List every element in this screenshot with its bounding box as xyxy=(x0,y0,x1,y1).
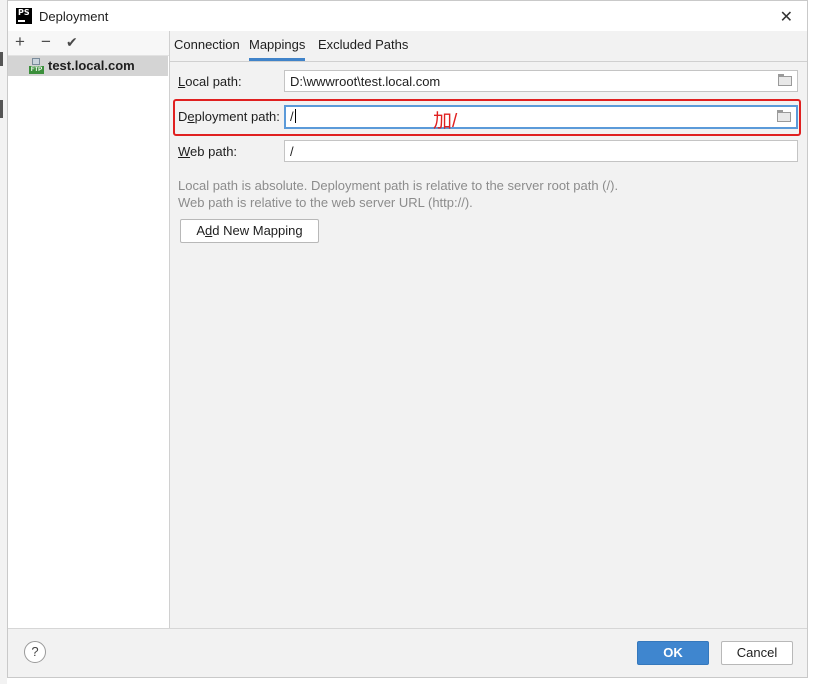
phpstorm-app-icon: PS xyxy=(16,8,32,24)
add-new-mapping-button[interactable]: Add New Mapping xyxy=(180,219,319,243)
deployment-dialog: PS Deployment ✕ + − ✔ FTP test.local.com… xyxy=(7,0,808,678)
server-toolbar: + − ✔ xyxy=(8,31,169,56)
path-hint-line-2: Web path is relative to the web server U… xyxy=(178,195,473,210)
edge-mark xyxy=(0,52,3,66)
annotation-highlight-box xyxy=(173,99,801,136)
tab-excluded-paths[interactable]: Excluded Paths xyxy=(318,37,408,58)
background-window-edge xyxy=(0,0,7,684)
local-path-input[interactable]: D:\wwwroot\test.local.com xyxy=(284,70,798,92)
close-icon[interactable]: ✕ xyxy=(780,7,793,27)
ftp-server-icon: FTP xyxy=(29,58,45,74)
annotation-text: 加/ xyxy=(433,111,458,132)
web-path-value: / xyxy=(290,144,294,159)
edge-mark xyxy=(0,100,3,118)
settings-tabs: Connection Mappings Excluded Paths xyxy=(170,31,807,62)
local-path-label: Local path: xyxy=(178,74,242,89)
remove-server-button[interactable]: − xyxy=(41,32,51,52)
tab-connection[interactable]: Connection xyxy=(174,37,240,58)
ok-button[interactable]: OK xyxy=(637,641,709,665)
dialog-footer: ? OK Cancel xyxy=(8,628,807,677)
cancel-button[interactable]: Cancel xyxy=(721,641,793,665)
server-item-test-local-com[interactable]: FTP test.local.com xyxy=(8,56,168,76)
server-list-panel: + − ✔ FTP test.local.com xyxy=(8,31,170,629)
web-path-label: Web path: xyxy=(178,144,238,159)
tab-mappings[interactable]: Mappings xyxy=(249,37,306,61)
help-icon[interactable]: ? xyxy=(24,641,46,663)
apply-check-button[interactable]: ✔ xyxy=(66,32,78,52)
browse-folder-icon[interactable] xyxy=(778,74,792,86)
web-path-input[interactable]: / xyxy=(284,140,798,162)
title-bar: PS Deployment ✕ xyxy=(8,1,807,31)
dialog-title: Deployment xyxy=(39,9,109,24)
server-label: test.local.com xyxy=(48,58,135,73)
path-hint-line-1: Local path is absolute. Deployment path … xyxy=(178,178,619,193)
local-path-value: D:\wwwroot\test.local.com xyxy=(290,74,441,89)
add-server-button[interactable]: + xyxy=(15,32,25,52)
